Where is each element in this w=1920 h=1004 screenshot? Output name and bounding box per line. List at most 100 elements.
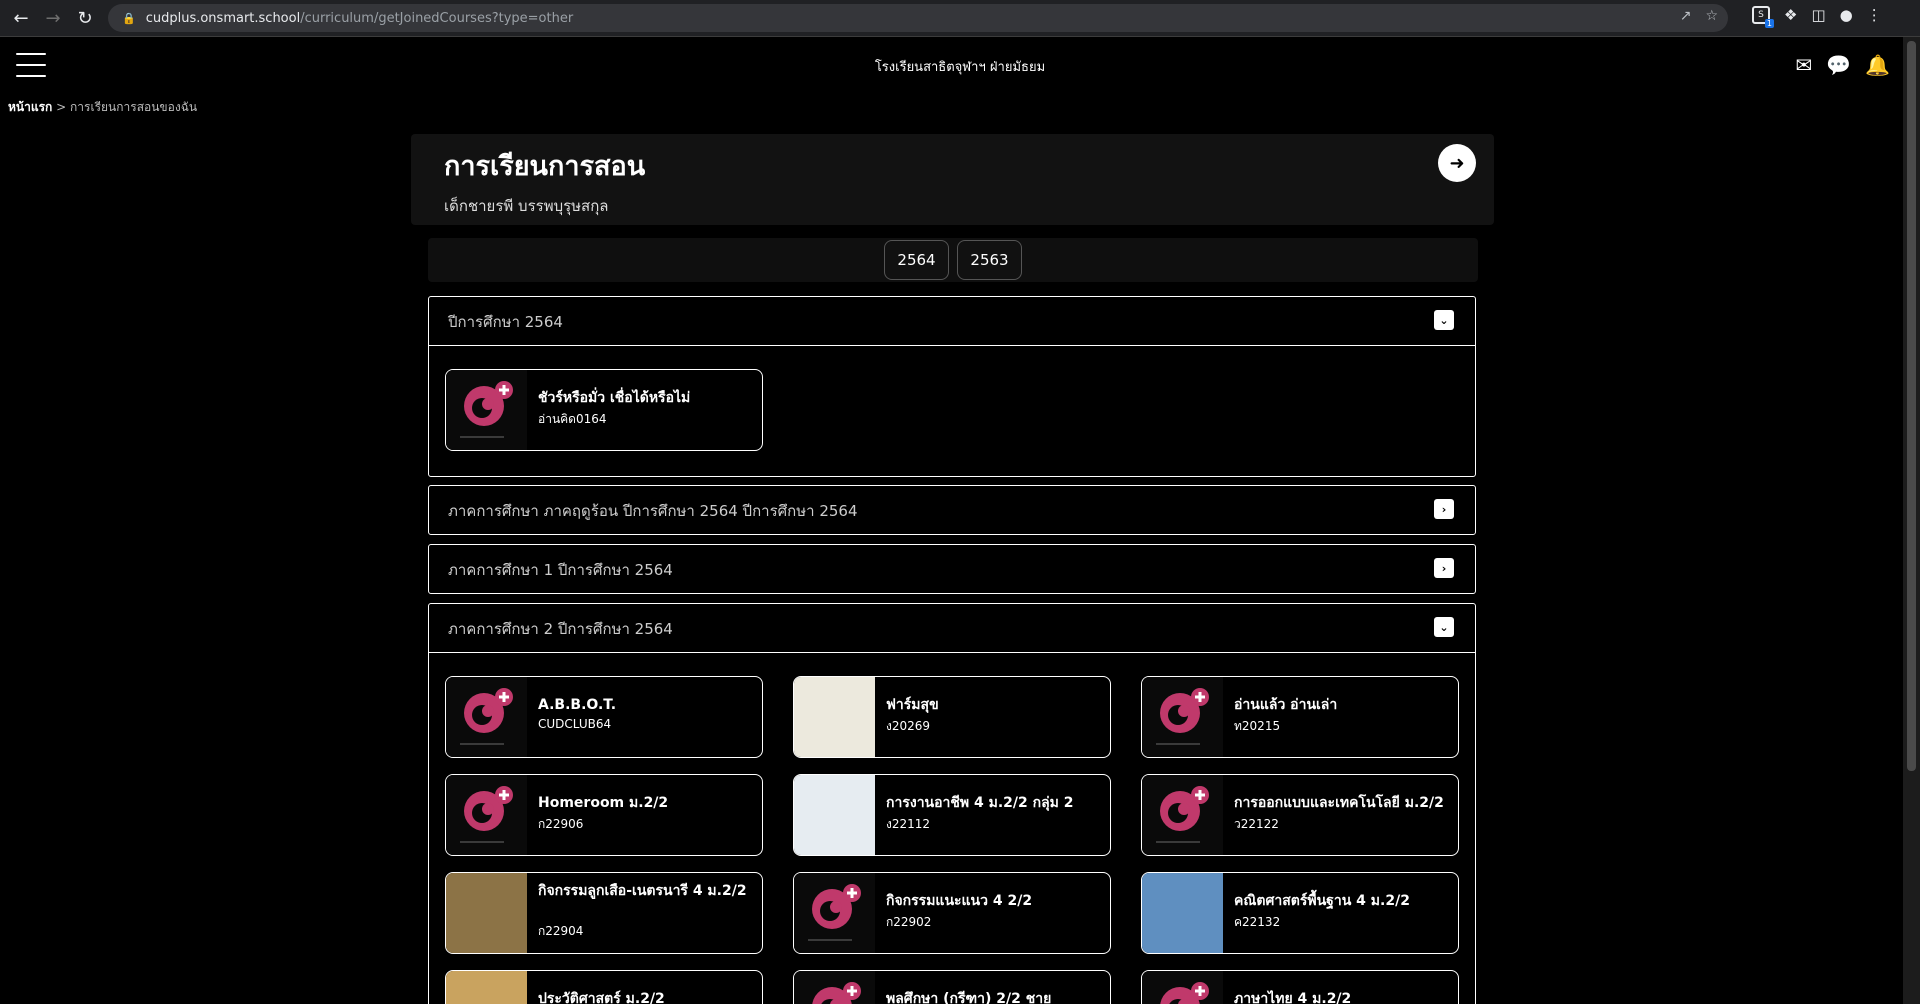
course-card[interactable]: ภาษาไทย 4 ม.2/2 (1141, 970, 1459, 1004)
course-code: ก22902 (886, 915, 932, 929)
chevron-right-icon[interactable]: › (1434, 558, 1454, 578)
course-code: ง22112 (886, 817, 931, 831)
course-card[interactable]: อ่านแล้ว อ่านเล่าท20215 (1141, 676, 1459, 758)
panel-header[interactable]: ปีการศึกษา 2564 ⌄ (429, 297, 1475, 345)
cudplus-logo-icon (460, 688, 513, 745)
course-card[interactable]: การงานอาชีพ 4 ม.2/2 กลุ่ม 2 ง22112 (793, 774, 1111, 856)
course-code: ว22122 (1234, 817, 1279, 831)
course-thumbnail (1142, 971, 1223, 1004)
panel-title: ภาคการศึกษา 2 ปีการศึกษา 2564 (448, 620, 673, 638)
school-name: โรงเรียนสาธิตจุฬาฯ ฝ่ายมัธยม (874, 60, 1046, 75)
enter-button[interactable]: ➜ (1438, 144, 1476, 182)
course-thumbnail (794, 873, 875, 953)
course-card[interactable]: คณิตศาสตร์พื้นฐาน 4 ม.2/2 ค22132 (1141, 872, 1459, 954)
course-thumbnail (794, 971, 875, 1004)
cudplus-logo-icon (812, 982, 861, 1004)
course-name: ฟาร์มสุข (886, 697, 939, 713)
course-card[interactable]: Homeroom ม.2/2 ก22906 (445, 774, 763, 856)
course-thumbnail (794, 677, 875, 757)
year-tab-bar: 2564 2563 (428, 238, 1478, 282)
course-thumbnail (1142, 873, 1223, 953)
scrollbar-thumb[interactable] (1907, 41, 1916, 771)
title-card: การเรียนการสอน เด็กชายรพี บรรพบุรุษสกุล … (411, 134, 1494, 225)
course-thumbnail (446, 677, 527, 757)
course-name: พลศึกษา (กรีฑา) 2/2 ชาย (886, 991, 1052, 1004)
puzzle-icon[interactable]: ❖ (1784, 6, 1797, 24)
forward-icon[interactable]: → (38, 3, 68, 33)
panel-header[interactable]: ภาคการศึกษา 2 ปีการศึกษา 2564 ⌄ (429, 604, 1475, 652)
panel-title: ปีการศึกษา 2564 (448, 313, 563, 331)
extension-icon[interactable]: S1 (1752, 6, 1774, 28)
course-thumbnail (1142, 677, 1223, 757)
bell-icon[interactable]: 🔔 (1865, 53, 1890, 77)
course-card[interactable]: กิจกรรมลูกเสือ-เนตรนารี 4 ม.2/2 ก22904 (445, 872, 763, 954)
reload-icon[interactable]: ↻ (70, 3, 100, 33)
course-card[interactable]: ประวัติศาสตร์ ม.2/2 (445, 970, 763, 1004)
mail-icon[interactable]: ✉ (1795, 53, 1812, 77)
bookmark-star-icon[interactable]: ☆ (1705, 8, 1718, 24)
course-name: กิจกรรมแนะแนว 4 2/2 (886, 893, 1033, 909)
course-name: ประวัติศาสตร์ ม.2/2 (538, 991, 665, 1004)
cudplus-logo-icon (1160, 982, 1209, 1004)
address-bar[interactable]: 🔒 cudplus.onsmart.school/curriculum/getJ… (108, 4, 1728, 32)
page-title: การเรียนการสอน (444, 151, 646, 182)
profile-icon[interactable]: ● (1840, 6, 1853, 24)
breadcrumb: หน้าแรก > การเรียนการสอนของฉัน (8, 98, 197, 117)
chevron-down-icon[interactable]: ⌄ (1434, 310, 1454, 330)
browser-toolbar: ← → ↻ 🔒 cudplus.onsmart.school/curriculu… (0, 0, 1920, 37)
chevron-right-icon[interactable]: › (1434, 499, 1454, 519)
course-name: คณิตศาสตร์พื้นฐาน 4 ม.2/2 (1234, 893, 1410, 909)
cudplus-logo-icon (1156, 688, 1209, 745)
lock-icon: 🔒 (122, 11, 136, 25)
course-card[interactable]: ชัวร์หรือมั่ว เชื่อได้หรือไม่ อ่านคิด016… (445, 369, 763, 451)
course-thumbnail (446, 775, 527, 855)
panel-title: ภาคการศึกษา 1 ปีการศึกษา 2564 (448, 561, 673, 579)
course-card[interactable]: A.B.B.O.T. CUDCLUB64 (445, 676, 763, 758)
course-card[interactable]: ฟาร์มสุขง20269 (793, 676, 1111, 758)
panel-year-2564: ปีการศึกษา 2564 ⌄ ชัวร์หรือมั่ว เชื่อได้… (428, 296, 1476, 477)
breadcrumb-home[interactable]: หน้าแรก (8, 100, 52, 114)
side-panel-icon[interactable]: ◫ (1811, 6, 1825, 24)
panel-term-1[interactable]: ภาคการศึกษา 1 ปีการศึกษา 2564 › (428, 544, 1476, 594)
course-card[interactable]: การออกแบบและเทคโนโลยี ม.2/2 ว22122 (1141, 774, 1459, 856)
course-name: อ่านแล้ว อ่านเล่า (1234, 697, 1338, 713)
page-scrollbar[interactable] (1903, 37, 1920, 1004)
course-code: อ่านคิด0164 (538, 412, 607, 426)
course-card[interactable]: พลศึกษา (กรีฑา) 2/2 ชาย (793, 970, 1111, 1004)
year-tab-2563[interactable]: 2563 (957, 240, 1022, 280)
course-name: Homeroom ม.2/2 (538, 795, 669, 811)
course-code: ก22904 (538, 924, 584, 938)
course-code: ก22906 (538, 817, 584, 831)
course-name: การออกแบบและเทคโนโลยี ม.2/2 (1234, 795, 1444, 811)
course-code: ท20215 (1234, 719, 1281, 733)
course-thumbnail (1142, 775, 1223, 855)
panel-summer-term[interactable]: ภาคการศึกษา ภาคฤดูร้อน ปีการศึกษา 2564 ป… (428, 485, 1476, 535)
course-thumbnail (446, 370, 527, 450)
year-tab-2564[interactable]: 2564 (884, 240, 949, 280)
course-thumbnail (446, 971, 527, 1004)
course-name: ภาษาไทย 4 ม.2/2 (1234, 991, 1352, 1004)
menu-dots-icon[interactable]: ⋮ (1867, 6, 1882, 24)
cudplus-logo-icon (460, 381, 513, 438)
student-name: เด็กชายรพี บรรพบุรุษสกุล (444, 197, 609, 215)
panel-title: ภาคการศึกษา ภาคฤดูร้อน ปีการศึกษา 2564 ป… (448, 502, 858, 520)
course-card[interactable]: กิจกรรมแนะแนว 4 2/2 ก22902 (793, 872, 1111, 954)
course-code: ง20269 (886, 719, 931, 733)
sign-in-icon: ➜ (1449, 152, 1465, 174)
course-name: กิจกรรมลูกเสือ-เนตรนารี 4 ม.2/2 (538, 883, 747, 899)
back-icon[interactable]: ← (6, 3, 36, 33)
chat-icon[interactable]: 💬 (1826, 53, 1851, 77)
course-name: การงานอาชีพ 4 ม.2/2 กลุ่ม 2 (886, 795, 1074, 811)
breadcrumb-current: การเรียนการสอนของฉัน (70, 100, 198, 114)
breadcrumb-separator: > (56, 100, 67, 114)
course-name: A.B.B.O.T. (538, 697, 617, 713)
url-host: cudplus.onsmart.school (145, 10, 301, 26)
course-thumbnail (446, 873, 527, 953)
chevron-down-icon[interactable]: ⌄ (1434, 617, 1454, 637)
app-header: โรงเรียนสาธิตจุฬาฯ ฝ่ายมัธยม ✉ 💬 🔔 (0, 37, 1900, 93)
cudplus-logo-icon (1156, 786, 1209, 843)
share-icon[interactable]: ↗ (1680, 8, 1692, 24)
cudplus-logo-icon (808, 884, 861, 941)
course-name: ชัวร์หรือมั่ว เชื่อได้หรือไม่ (538, 390, 691, 406)
course-code: ค22132 (1234, 915, 1281, 929)
